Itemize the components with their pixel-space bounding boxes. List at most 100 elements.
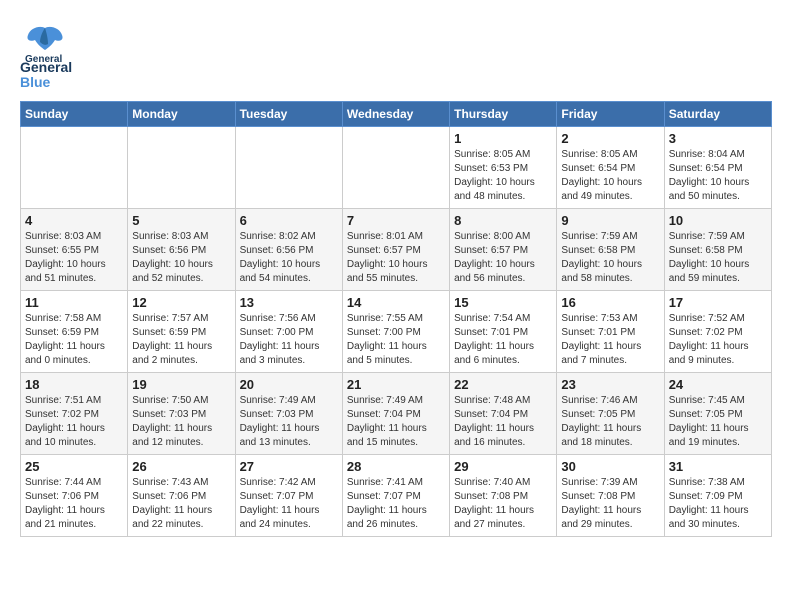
day-number: 9 bbox=[561, 213, 659, 228]
day-info: Sunrise: 7:52 AM Sunset: 7:02 PM Dayligh… bbox=[669, 312, 767, 368]
day-number: 22 bbox=[454, 377, 552, 392]
day-info: Sunrise: 7:59 AM Sunset: 6:58 PM Dayligh… bbox=[561, 230, 659, 286]
day-info: Sunrise: 7:54 AM Sunset: 7:01 PM Dayligh… bbox=[454, 312, 552, 368]
day-number: 5 bbox=[132, 213, 230, 228]
calendar-cell: 19 Sunrise: 7:50 AM Sunset: 7:03 PM Dayli… bbox=[128, 372, 235, 454]
calendar-cell: 16 Sunrise: 7:53 AM Sunset: 7:01 PM Dayli… bbox=[557, 290, 664, 372]
calendar-cell: 15 Sunrise: 7:54 AM Sunset: 7:01 PM Dayli… bbox=[450, 290, 557, 372]
day-number: 24 bbox=[669, 377, 767, 392]
day-info: Sunrise: 7:57 AM Sunset: 6:59 PM Dayligh… bbox=[132, 312, 230, 368]
calendar-cell: 12 Sunrise: 7:57 AM Sunset: 6:59 PM Dayli… bbox=[128, 290, 235, 372]
calendar-header-row: SundayMondayTuesdayWednesdayThursdayFrid… bbox=[21, 101, 772, 126]
day-number: 4 bbox=[25, 213, 123, 228]
day-number: 15 bbox=[454, 295, 552, 310]
day-info: Sunrise: 7:59 AM Sunset: 6:58 PM Dayligh… bbox=[669, 230, 767, 286]
day-number: 28 bbox=[347, 459, 445, 474]
calendar-cell bbox=[342, 126, 449, 208]
day-info: Sunrise: 7:51 AM Sunset: 7:02 PM Dayligh… bbox=[25, 394, 123, 450]
day-info: Sunrise: 7:58 AM Sunset: 6:59 PM Dayligh… bbox=[25, 312, 123, 368]
calendar-cell: 25Sunrise: 7:44 AM Sunset: 7:06 PM Dayli… bbox=[21, 454, 128, 536]
day-info: Sunrise: 8:01 AM Sunset: 6:57 PM Dayligh… bbox=[347, 230, 445, 286]
day-number: 31 bbox=[669, 459, 767, 474]
day-number: 20 bbox=[240, 377, 338, 392]
calendar-cell: 11Sunrise: 7:58 AM Sunset: 6:59 PM Dayli… bbox=[21, 290, 128, 372]
day-number: 30 bbox=[561, 459, 659, 474]
day-number: 12 bbox=[132, 295, 230, 310]
day-info: Sunrise: 7:42 AM Sunset: 7:07 PM Dayligh… bbox=[240, 476, 338, 532]
calendar-cell bbox=[128, 126, 235, 208]
calendar-cell: 22 Sunrise: 7:48 AM Sunset: 7:04 PM Dayli… bbox=[450, 372, 557, 454]
calendar-cell: 26 Sunrise: 7:43 AM Sunset: 7:06 PM Dayli… bbox=[128, 454, 235, 536]
calendar-header-thursday: Thursday bbox=[450, 101, 557, 126]
day-info: Sunrise: 7:38 AM Sunset: 7:09 PM Dayligh… bbox=[669, 476, 767, 532]
day-info: Sunrise: 7:46 AM Sunset: 7:05 PM Dayligh… bbox=[561, 394, 659, 450]
day-number: 2 bbox=[561, 131, 659, 146]
calendar-cell: 31 Sunrise: 7:38 AM Sunset: 7:09 PM Dayli… bbox=[664, 454, 771, 536]
day-number: 18 bbox=[25, 377, 123, 392]
calendar-cell: 27 Sunrise: 7:42 AM Sunset: 7:07 PM Dayli… bbox=[235, 454, 342, 536]
day-info: Sunrise: 8:00 AM Sunset: 6:57 PM Dayligh… bbox=[454, 230, 552, 286]
calendar-table: SundayMondayTuesdayWednesdayThursdayFrid… bbox=[20, 101, 772, 537]
calendar-cell: 6 Sunrise: 8:02 AM Sunset: 6:56 PM Daylig… bbox=[235, 208, 342, 290]
day-info: Sunrise: 7:45 AM Sunset: 7:05 PM Dayligh… bbox=[669, 394, 767, 450]
calendar-cell: 4 Sunrise: 8:03 AM Sunset: 6:55 PM Daylig… bbox=[21, 208, 128, 290]
calendar-cell: 29 Sunrise: 7:40 AM Sunset: 7:08 PM Dayli… bbox=[450, 454, 557, 536]
day-number: 23 bbox=[561, 377, 659, 392]
day-number: 16 bbox=[561, 295, 659, 310]
calendar-cell bbox=[21, 126, 128, 208]
calendar-cell: 24 Sunrise: 7:45 AM Sunset: 7:05 PM Dayli… bbox=[664, 372, 771, 454]
calendar-header-tuesday: Tuesday bbox=[235, 101, 342, 126]
calendar-cell: 5 Sunrise: 8:03 AM Sunset: 6:56 PM Daylig… bbox=[128, 208, 235, 290]
day-number: 10 bbox=[669, 213, 767, 228]
logo: General Blue General Blue bbox=[20, 20, 72, 91]
calendar-cell: 21Sunrise: 7:49 AM Sunset: 7:04 PM Dayli… bbox=[342, 372, 449, 454]
calendar-header-sunday: Sunday bbox=[21, 101, 128, 126]
calendar-cell: 28Sunrise: 7:41 AM Sunset: 7:07 PM Dayli… bbox=[342, 454, 449, 536]
calendar-cell: 13 Sunrise: 7:56 AM Sunset: 7:00 PM Dayli… bbox=[235, 290, 342, 372]
day-info: Sunrise: 8:05 AM Sunset: 6:53 PM Dayligh… bbox=[454, 148, 552, 204]
day-number: 29 bbox=[454, 459, 552, 474]
day-info: Sunrise: 7:48 AM Sunset: 7:04 PM Dayligh… bbox=[454, 394, 552, 450]
day-info: Sunrise: 8:03 AM Sunset: 6:56 PM Dayligh… bbox=[132, 230, 230, 286]
calendar-header-friday: Friday bbox=[557, 101, 664, 126]
day-number: 13 bbox=[240, 295, 338, 310]
calendar-cell bbox=[235, 126, 342, 208]
calendar-cell: 10 Sunrise: 7:59 AM Sunset: 6:58 PM Dayli… bbox=[664, 208, 771, 290]
calendar-week-4: 18 Sunrise: 7:51 AM Sunset: 7:02 PM Dayli… bbox=[21, 372, 772, 454]
calendar-cell: 30 Sunrise: 7:39 AM Sunset: 7:08 PM Dayli… bbox=[557, 454, 664, 536]
day-number: 7 bbox=[347, 213, 445, 228]
page-header: General Blue General Blue bbox=[20, 20, 772, 91]
day-info: Sunrise: 8:03 AM Sunset: 6:55 PM Dayligh… bbox=[25, 230, 123, 286]
day-info: Sunrise: 8:05 AM Sunset: 6:54 PM Dayligh… bbox=[561, 148, 659, 204]
calendar-week-5: 25Sunrise: 7:44 AM Sunset: 7:06 PM Dayli… bbox=[21, 454, 772, 536]
day-number: 1 bbox=[454, 131, 552, 146]
day-number: 26 bbox=[132, 459, 230, 474]
day-number: 6 bbox=[240, 213, 338, 228]
calendar-week-2: 4 Sunrise: 8:03 AM Sunset: 6:55 PM Daylig… bbox=[21, 208, 772, 290]
day-info: Sunrise: 7:49 AM Sunset: 7:03 PM Dayligh… bbox=[240, 394, 338, 450]
day-info: Sunrise: 7:50 AM Sunset: 7:03 PM Dayligh… bbox=[132, 394, 230, 450]
day-number: 27 bbox=[240, 459, 338, 474]
calendar-cell: 9 Sunrise: 7:59 AM Sunset: 6:58 PM Daylig… bbox=[557, 208, 664, 290]
day-info: Sunrise: 7:49 AM Sunset: 7:04 PM Dayligh… bbox=[347, 394, 445, 450]
calendar-cell: 14Sunrise: 7:55 AM Sunset: 7:00 PM Dayli… bbox=[342, 290, 449, 372]
day-info: Sunrise: 7:55 AM Sunset: 7:00 PM Dayligh… bbox=[347, 312, 445, 368]
calendar-cell: 2 Sunrise: 8:05 AM Sunset: 6:54 PM Daylig… bbox=[557, 126, 664, 208]
day-info: Sunrise: 8:04 AM Sunset: 6:54 PM Dayligh… bbox=[669, 148, 767, 204]
day-info: Sunrise: 7:39 AM Sunset: 7:08 PM Dayligh… bbox=[561, 476, 659, 532]
day-info: Sunrise: 8:02 AM Sunset: 6:56 PM Dayligh… bbox=[240, 230, 338, 286]
logo-general: General bbox=[20, 60, 72, 75]
calendar-week-3: 11Sunrise: 7:58 AM Sunset: 6:59 PM Dayli… bbox=[21, 290, 772, 372]
day-info: Sunrise: 7:56 AM Sunset: 7:00 PM Dayligh… bbox=[240, 312, 338, 368]
calendar-week-1: 1 Sunrise: 8:05 AM Sunset: 6:53 PM Daylig… bbox=[21, 126, 772, 208]
day-number: 3 bbox=[669, 131, 767, 146]
calendar-cell: 7 Sunrise: 8:01 AM Sunset: 6:57 PM Daylig… bbox=[342, 208, 449, 290]
day-info: Sunrise: 7:40 AM Sunset: 7:08 PM Dayligh… bbox=[454, 476, 552, 532]
calendar-cell: 17Sunrise: 7:52 AM Sunset: 7:02 PM Dayli… bbox=[664, 290, 771, 372]
day-info: Sunrise: 7:53 AM Sunset: 7:01 PM Dayligh… bbox=[561, 312, 659, 368]
day-number: 19 bbox=[132, 377, 230, 392]
day-number: 8 bbox=[454, 213, 552, 228]
calendar-header-monday: Monday bbox=[128, 101, 235, 126]
day-info: Sunrise: 7:43 AM Sunset: 7:06 PM Dayligh… bbox=[132, 476, 230, 532]
logo-blue: Blue bbox=[20, 75, 72, 90]
